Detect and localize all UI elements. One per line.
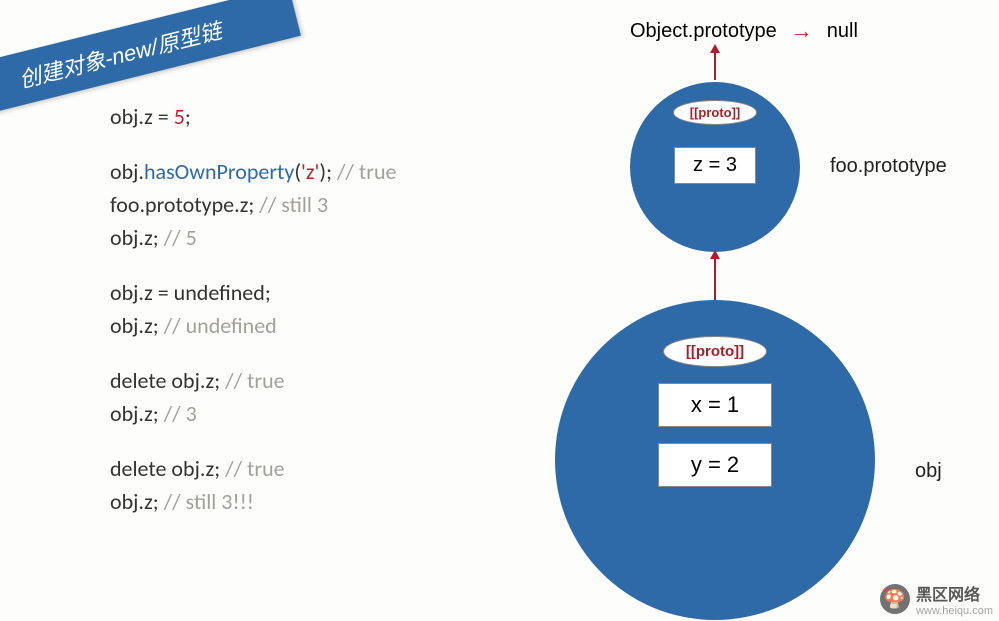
- code-text: obj.z;: [110, 224, 164, 251]
- code-text: obj.z =: [110, 103, 174, 130]
- code-comment: // 3: [164, 400, 197, 427]
- code-para-4: delete obj.z; // true obj.z; // 3: [110, 364, 396, 430]
- code-comment: // true: [225, 455, 285, 482]
- watermark-title: 黑区网络: [916, 581, 993, 605]
- arrow-right-icon: →: [791, 18, 813, 44]
- code-listing: obj.z = 5; obj.hasOwnProperty('z'); // t…: [110, 100, 396, 540]
- code-comment: // still 3: [259, 191, 328, 218]
- code-string: 'z': [301, 158, 319, 185]
- proto-badge: [[proto]]: [663, 336, 767, 367]
- null-label: null: [827, 20, 858, 43]
- proto-badge: [[proto]]: [673, 100, 758, 125]
- arrow-up-icon: [714, 52, 716, 80]
- code-text: obj.z;: [110, 312, 164, 339]
- code-text: );: [319, 158, 337, 185]
- code-para-5: delete obj.z; // true obj.z; // still 3!…: [110, 452, 396, 518]
- obj-label: obj: [915, 460, 942, 483]
- arrow-up-icon: [714, 258, 716, 300]
- code-text: obj.z;: [110, 400, 164, 427]
- mushroom-icon: 🍄: [880, 584, 910, 614]
- watermark-url: www.heiqu.com: [916, 605, 993, 617]
- code-para-3: obj.z = undefined; obj.z; // undefined: [110, 276, 396, 342]
- code-comment: // true: [225, 367, 285, 394]
- code-para-1: obj.z = 5;: [110, 100, 396, 133]
- code-text: (: [294, 158, 301, 185]
- code-text: obj.z;: [110, 488, 164, 515]
- obj-circle: [[proto]] x = 1 y = 2: [555, 300, 875, 620]
- code-comment: // still 3!!!: [164, 488, 254, 515]
- code-comment: // 5: [164, 224, 197, 251]
- prototype-chain-diagram: Object.prototype → null [[proto]] z = 3 …: [500, 0, 999, 621]
- foo-prototype-circle: [[proto]] z = 3: [630, 82, 800, 252]
- property-box: y = 2: [658, 443, 772, 487]
- code-comment: // undefined: [164, 312, 277, 339]
- code-para-2: obj.hasOwnProperty('z'); // true foo.pro…: [110, 155, 396, 254]
- code-text: delete obj.z;: [110, 367, 225, 394]
- code-method: hasOwnProperty: [144, 158, 294, 185]
- code-comment: // true: [337, 158, 397, 185]
- property-box: x = 1: [658, 383, 772, 427]
- property-box: z = 3: [674, 147, 756, 184]
- foo-prototype-label: foo.prototype: [830, 155, 947, 178]
- code-text: obj.: [110, 158, 144, 185]
- code-text: obj.z = undefined;: [110, 279, 271, 306]
- code-text: delete obj.z;: [110, 455, 225, 482]
- code-text: ;: [185, 103, 191, 130]
- code-text: foo.prototype.z;: [110, 191, 259, 218]
- object-prototype-label: Object.prototype: [630, 20, 777, 43]
- code-number: 5: [174, 103, 185, 130]
- watermark: 🍄 黑区网络 www.heiqu.com: [880, 581, 993, 617]
- diagram-top-row: Object.prototype → null: [630, 18, 858, 44]
